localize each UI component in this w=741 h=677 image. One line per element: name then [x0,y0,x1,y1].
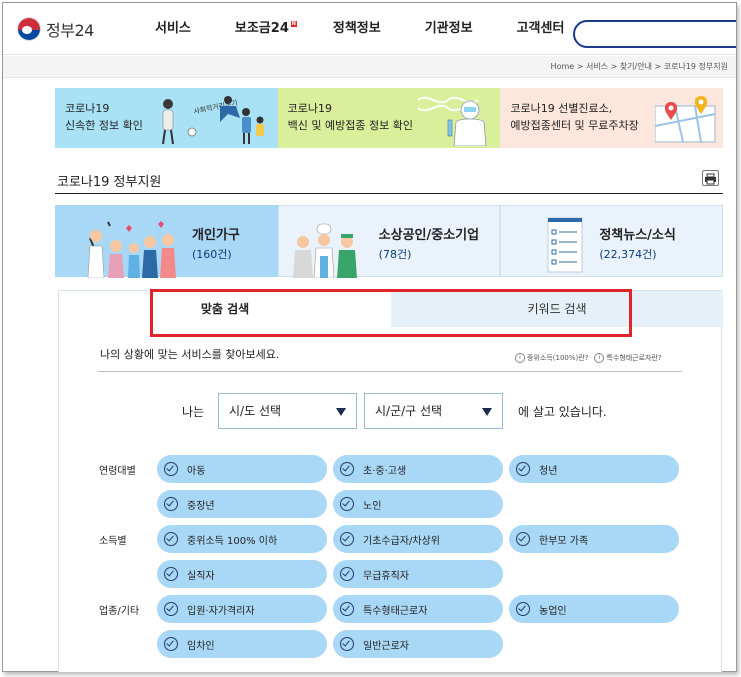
search-input[interactable] [573,20,736,48]
taegeuk-logo-icon [17,17,41,41]
section-divider [55,193,723,194]
chip-option[interactable]: 중장년 [157,490,327,518]
group-label-industry: 업종/기타 [99,606,140,617]
banner-covid-info[interactable]: 코로나19 신속한 정보 확인 사회적거리두기 [55,88,278,148]
guide-divider [98,371,682,372]
check-circle-icon [164,567,178,581]
chip-option[interactable]: 청년 [509,455,679,483]
check-circle-icon [164,462,178,476]
check-circle-icon [340,602,354,616]
category-label: 정책뉴스/소식 [599,228,676,243]
chip-option[interactable]: 입원·자가격리자 [157,595,327,623]
print-button[interactable] [702,170,719,186]
check-circle-icon [164,602,178,616]
category-label: 소상공인/중소기업 [378,228,480,243]
logo[interactable]: 정부24 [17,17,94,41]
chip-option[interactable]: 무급휴직자 [333,560,503,588]
search-tabs: 맞춤 검색 키워드 검색 [59,291,723,327]
category-count: (22,374건) [599,248,657,261]
category-count: (160건) [192,248,232,261]
menu-item-subsidy24[interactable]: 보조금24 N [235,3,297,55]
category-count: (78건) [378,248,412,261]
chip-option[interactable]: 중위소득 100% 이하 [157,525,327,553]
checklist-illustration-icon [547,217,583,273]
check-circle-icon [340,637,354,651]
region-prefix: 나는 [182,405,205,419]
print-icon [705,173,716,185]
breadcrumb: Home > 서비스 > 찾기/안내 > 코로나19 정부지원 [550,62,728,71]
check-circle-icon [340,497,354,511]
check-circle-icon [516,532,530,546]
group-label-income: 소득별 [99,536,127,547]
breadcrumb-bar: Home > 서비스 > 찾기/안내 > 코로나19 정부지원 [3,56,736,78]
check-circle-icon [516,602,530,616]
chip-option[interactable]: 농업인 [509,595,679,623]
help-links: i 중위소득(100%)란? i 특수형태근로자란? [515,353,668,363]
check-circle-icon [164,497,178,511]
category-personal-household[interactable]: 개인가구 (160건) [55,205,278,278]
tab-keyword-search[interactable]: 키워드 검색 [391,291,723,327]
menu-item-policy-info[interactable]: 정책정보 [333,3,381,55]
help-link-special-worker[interactable]: i 특수형태근로자란? [594,353,662,363]
family-illustration-icon [87,221,176,278]
dropdown-arrow-icon [482,408,492,416]
chip-option[interactable]: 임차인 [157,630,327,658]
category-policy-news[interactable]: 정책뉴스/소식 (22,374건) [500,205,724,277]
tab-custom-search[interactable]: 맞춤 검색 [59,291,391,327]
chip-option[interactable]: 실직자 [157,560,327,588]
sido-select[interactable]: 시/도 선택 [218,393,357,429]
info-icon: i [515,353,525,363]
new-badge: N [290,21,297,27]
chip-option[interactable]: 일반근로자 [333,630,503,658]
check-circle-icon [340,567,354,581]
banner-clinic-info[interactable]: 코로나19 선별진료소, 예방접종센터 및 무료주차장 [500,88,724,148]
menu-item-agency-info[interactable]: 기관정보 [425,3,473,55]
section-title: 코로나19 정부지원 [57,175,162,190]
banner-row: 코로나19 신속한 정보 확인 사회적거리두기 코로나19 백신 및 예방접종 … [55,88,724,148]
check-circle-icon [164,637,178,651]
chip-option[interactable]: 노인 [333,490,503,518]
group-label-age: 연령대별 [99,466,136,477]
chip-option[interactable]: 기초수급자/차상위 [333,525,503,553]
chip-option[interactable]: 특수형태근로자 [333,595,503,623]
check-circle-icon [340,532,354,546]
banner-vaccine-info[interactable]: 코로나19 백신 및 예방접종 정보 확인 [277,88,501,148]
check-circle-icon [516,462,530,476]
category-label: 개인가구 [192,228,240,243]
check-circle-icon [164,532,178,546]
chip-option[interactable]: 아동 [157,455,327,483]
chip-option[interactable]: 한부모 가족 [509,525,679,553]
menu-item-customer-center[interactable]: 고객센터 [517,3,565,55]
menu-item-services[interactable]: 서비스 [155,3,191,55]
info-icon: i [594,353,605,363]
header: 정부24 서비스 보조금24 N 정책정보 기관정보 고객센터 [3,3,736,55]
check-circle-icon [340,462,354,476]
main-menu: 서비스 보조금24 N 정책정보 기관정보 고객센터 [155,3,608,55]
logo-text: 정부24 [46,21,94,40]
region-suffix: 에 살고 있습니다. [518,405,607,419]
category-small-business[interactable]: 소상공인/중소기업 (78건) [277,205,501,278]
chip-option[interactable]: 초·중·고생 [333,455,503,483]
workers-illustration-icon [292,223,357,278]
guide-text: 나의 상황에 맞는 서비스를 찾아보세요. [100,348,280,361]
sigungu-select[interactable]: 시/군/구 선택 [364,393,503,429]
category-tiles: 개인가구 (160건) 소상공인/중소기업 (78건) 정책뉴스/소식 (22,… [55,205,724,278]
dropdown-arrow-icon [336,408,346,416]
help-link-median-income[interactable]: i 중위소득(100%)란? [515,353,588,363]
region-row: 나는 시/도 선택 시/군/구 선택 에 살고 있습니다. [0,393,741,429]
